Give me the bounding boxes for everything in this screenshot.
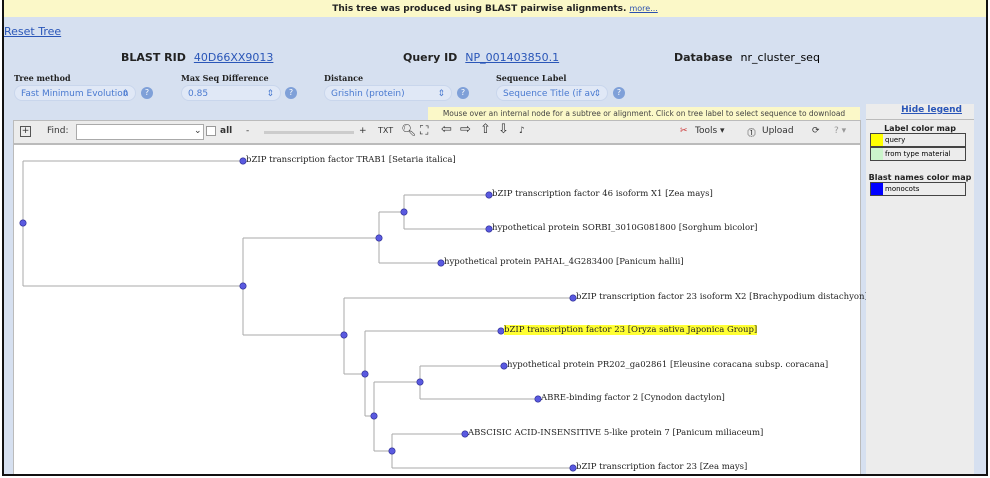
database: Database nr_cluster_seq [674, 51, 820, 64]
help-menu-icon[interactable]: ? ▾ [834, 126, 846, 136]
max-seq-value: 0.85 [188, 89, 209, 99]
distance-value: Grishin (protein) [331, 89, 405, 99]
select-arrows-icon: ⇕ [121, 89, 129, 99]
internal-node[interactable] [416, 378, 424, 386]
leaf-label[interactable]: ABRE-binding factor 2 [Cynodon dactylon] [541, 393, 725, 403]
tree-viewer: This tree was produced using BLAST pairw… [2, 0, 988, 476]
tools-icon: ✂ [680, 126, 688, 136]
distance-select[interactable]: Grishin (protein) ⇕ [324, 85, 452, 101]
seq-label-value: Sequence Title (if av [503, 89, 596, 99]
seq-label-select[interactable]: Sequence Title (if av ⇕ [496, 85, 608, 101]
leaf-label[interactable]: bZIP transcription factor 23 [Oryza sati… [504, 325, 758, 335]
zoom-in-button[interactable]: + [359, 126, 367, 136]
select-arrows-icon: ⇕ [437, 89, 445, 99]
blast-rid: BLAST RID 40D66XX9013 [121, 51, 273, 64]
tree-branches [19, 157, 577, 472]
expand-icon[interactable]: + [20, 126, 31, 137]
tools-button[interactable]: Tools ▾ [695, 126, 725, 136]
internal-node[interactable] [370, 412, 378, 420]
legend-type-material: from type material [870, 147, 966, 161]
find-label: Find: [47, 126, 69, 136]
txt-button[interactable]: TXT [378, 126, 393, 135]
more-link[interactable]: more... [629, 4, 657, 13]
upload-button[interactable]: Upload [762, 126, 794, 136]
internal-node[interactable] [388, 447, 396, 455]
info-banner: This tree was produced using BLAST pairw… [4, 0, 986, 17]
fit-icon[interactable]: ⛶ [420, 123, 428, 138]
help-icon[interactable]: ? [457, 87, 469, 99]
internal-node[interactable] [375, 234, 383, 242]
banner-text: This tree was produced using BLAST pairw… [332, 4, 627, 14]
max-seq-select[interactable]: 0.85 ⇕ [181, 85, 281, 101]
tree-method-value: Fast Minimum Evolution [21, 89, 129, 99]
zoom-slider[interactable] [264, 131, 354, 134]
max-seq-label: Max Seq Difference [181, 73, 269, 83]
all-checkbox[interactable] [206, 126, 216, 136]
help-icon[interactable]: ? [613, 87, 625, 99]
leaf-label[interactable]: hypothetical protein SORBI_3010G081800 [… [492, 223, 757, 233]
leaf-label[interactable]: hypothetical protein PR202_ga02861 [Eleu… [507, 360, 828, 370]
internal-node[interactable] [19, 219, 27, 227]
seq-label-label: Sequence Label [496, 73, 567, 83]
tools-label: Tools [695, 126, 718, 136]
db-value: nr_cluster_seq [740, 51, 820, 64]
arrow-left-icon[interactable]: ⇦ [441, 122, 452, 137]
tree-method-select[interactable]: Fast Minimum Evolution ⇕ [14, 85, 136, 101]
type-material-swatch [871, 148, 883, 160]
internal-node[interactable] [340, 331, 348, 339]
upload-icon: ⓵ [747, 129, 757, 139]
select-arrows-icon: ⇕ [266, 89, 274, 99]
all-label: all [220, 126, 233, 136]
query-label: Query ID [403, 51, 458, 64]
tree-toolbar: + Find: ⌄ all - + TXT 🔍︎ ⛶ ⇦ ⇨ ⇧ ⇩ ♪ ✂ T… [13, 120, 861, 144]
help-icon[interactable]: ? [285, 87, 297, 99]
select-arrows-icon: ⇕ [593, 89, 601, 99]
query-link[interactable]: NP_001403850.1 [465, 51, 559, 64]
refresh-icon[interactable]: ⟳ [812, 126, 820, 136]
legend-panel: Hide legend Label color map query from t… [866, 104, 974, 474]
arrow-down-icon[interactable]: ⇩ [498, 122, 509, 137]
legend-monocots: monocots [870, 182, 966, 196]
rid-label: BLAST RID [121, 51, 186, 64]
internal-node[interactable] [361, 370, 369, 378]
query-swatch [871, 134, 883, 146]
rid-link[interactable]: 40D66XX9013 [194, 51, 274, 64]
legend-label: query [885, 136, 906, 144]
hide-legend-link[interactable]: Hide legend [866, 104, 974, 119]
internal-node[interactable] [400, 208, 408, 216]
leaf-label[interactable]: bZIP transcription factor 23 [Zea mays] [576, 462, 747, 472]
arrow-right-icon[interactable]: ⇨ [460, 122, 471, 137]
tree-canvas[interactable]: bZIP transcription factor TRAB1 [Setaria… [13, 144, 868, 474]
legend-query: query [870, 133, 966, 147]
leaf-label[interactable]: bZIP transcription factor 46 isoform X1 … [492, 189, 713, 199]
leaf-label[interactable]: ABSCISIC ACID-INSENSITIVE 5-like protein… [468, 428, 763, 438]
help-icon[interactable]: ? [141, 87, 153, 99]
find-input[interactable] [76, 124, 204, 140]
search-icon[interactable]: 🔍︎ [401, 123, 416, 137]
tree-method-label: Tree method [14, 73, 71, 83]
db-label: Database [674, 51, 733, 64]
legend-label: monocots [885, 185, 920, 193]
internal-node[interactable] [239, 282, 247, 290]
hint-bar: Mouse over an internal node for a subtre… [428, 107, 860, 120]
label-color-map-title: Label color map [866, 119, 974, 133]
find-dropdown-icon[interactable]: ⌄ [194, 126, 202, 136]
leaf-label[interactable]: bZIP transcription factor 23 isoform X2 … [576, 292, 868, 302]
zoom-out-button[interactable]: - [246, 126, 249, 136]
reset-tree-link[interactable]: Reset Tree [4, 25, 61, 38]
arrow-up-icon[interactable]: ⇧ [480, 122, 491, 137]
legend-label: from type material [885, 150, 951, 158]
monocots-swatch [871, 183, 883, 195]
blast-names-title: Blast names color map [868, 173, 972, 182]
leaf-label[interactable]: bZIP transcription factor TRAB1 [Setaria… [246, 155, 456, 165]
flip-icon[interactable]: ♪ [519, 126, 525, 136]
leaf-label[interactable]: hypothetical protein PAHAL_4G283400 [Pan… [444, 257, 684, 267]
query-id: Query ID NP_001403850.1 [403, 51, 559, 64]
distance-label: Distance [324, 73, 364, 83]
